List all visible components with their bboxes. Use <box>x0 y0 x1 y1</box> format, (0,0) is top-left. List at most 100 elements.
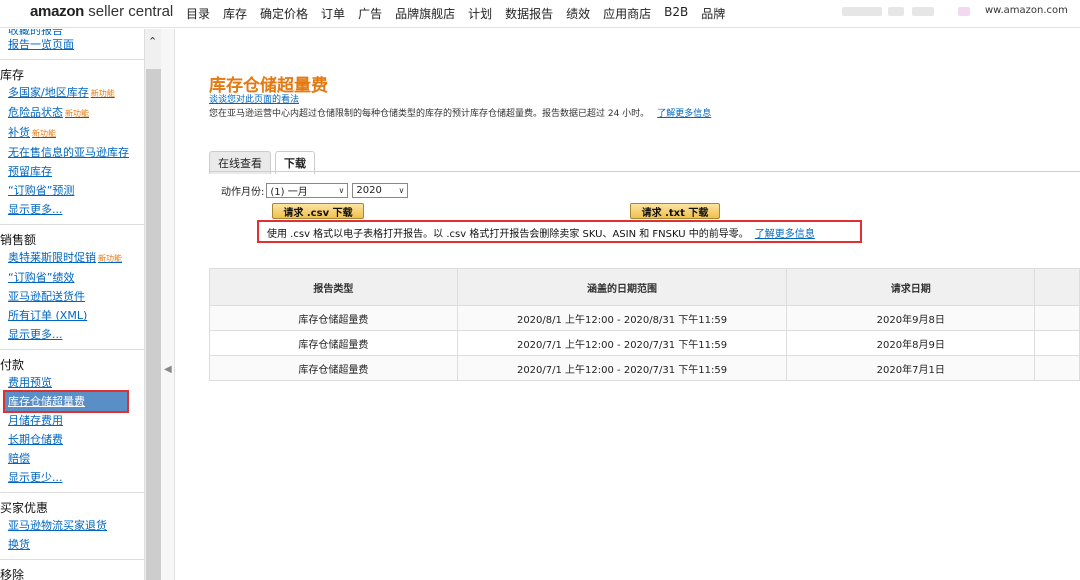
sidebar-section: 销售额 奥特莱斯限时促销 新功能 “订购省”绩效 亚马逊配送货件 所有订单 (XML) 显示… <box>0 231 144 344</box>
month-selector-row: 动作月份: (1) 一月 ∨ 2020 ∨ <box>221 183 409 198</box>
table-cell: 库存仓储超量费 <box>209 305 458 331</box>
nav-item[interactable]: 广告 <box>358 5 382 22</box>
sidebar-item-label: 所有订单 (XML) <box>8 309 88 322</box>
new-feature-badge: 新功能 <box>90 89 115 98</box>
table-cell: 库存仓储超量费 <box>209 355 458 381</box>
nav-item[interactable]: 库存 <box>223 5 247 22</box>
sidebar-item[interactable]: 长期仓储费 <box>8 430 144 449</box>
logo-suffix: seller central <box>88 3 174 20</box>
col-date-range[interactable]: 涵盖的日期范围 <box>456 268 788 306</box>
scrollbar-thumb[interactable] <box>146 69 161 580</box>
sidebar-item-label: 库存仓储超量费 <box>8 395 85 408</box>
sidebar-item[interactable]: 危险品状态 新功能 <box>8 103 144 123</box>
table-cell: 2020/8/1 上午12:00 - 2020/8/31 下午11:59 <box>456 305 788 331</box>
sidebar-item[interactable]: “订购省”预测 <box>8 181 144 200</box>
sidebar-item-label: 显示更多... <box>8 328 63 341</box>
sidebar-item[interactable]: 亚马逊配送货件 <box>8 287 144 306</box>
nav-item[interactable]: 确定价格 <box>260 5 308 22</box>
nav-item[interactable]: 目录 <box>186 5 210 22</box>
sidebar-item[interactable]: 多国家/地区库存 新功能 <box>8 83 144 103</box>
blurred-region <box>912 7 934 16</box>
sidebar-item[interactable]: 赔偿 <box>8 449 144 468</box>
sidebar-item-label: 显示更多... <box>8 203 63 216</box>
main-menu: 目录 库存 确定价格 订单 广告 品牌旗舰店 计划 数据报告 绩效 应用商店 B2B 品牌 <box>186 5 725 22</box>
table-row: 库存仓储超量费 2020/7/1 上午12:00 - 2020/7/31 下午11… <box>209 330 1080 356</box>
nav-item[interactable]: 绩效 <box>566 5 590 22</box>
main-content: 库存仓储超量费 谈谈您对此页面的看法 您在亚马逊运营中心内超过仓储限制的每种仓储… <box>176 29 1080 580</box>
sidebar-item-label: 换货 <box>8 538 30 551</box>
sidebar-divider <box>0 559 144 560</box>
sidebar-item[interactable]: 显示更少... <box>8 468 144 487</box>
nav-item[interactable]: 计划 <box>468 5 492 22</box>
reports-table: 报告类型 涵盖的日期范围 请求日期 库存仓储超量费 2020/8/1 上午12:0… <box>209 268 1080 381</box>
col-report-type[interactable]: 报告类型 <box>209 268 458 306</box>
sidebar-item-label: 亚马逊配送货件 <box>8 290 85 303</box>
sidebar-item[interactable]: 预留库存 <box>8 162 144 181</box>
notice-text: 使用 .csv 格式以电子表格打开报告。以 .csv 格式打开报告会删除卖家 S… <box>267 229 749 240</box>
description-text: 您在亚马逊运营中心内超过仓储限制的每种仓储类型的库存的预计库存仓储超量费。报告数… <box>209 109 650 119</box>
nav-item[interactable]: 应用商店 <box>603 5 651 22</box>
sidebar-item[interactable]: 奥特莱斯限时促销 新功能 <box>8 248 144 268</box>
learn-more-link[interactable]: 了解更多信息 <box>657 109 711 119</box>
sidebar-item[interactable]: 月储存费用 <box>8 411 144 430</box>
sidebar-item-label: 费用预览 <box>8 376 52 389</box>
new-feature-badge: 新功能 <box>98 254 122 263</box>
sidebar-item[interactable]: 无在售信息的亚马逊库存 <box>8 143 144 162</box>
sidebar-item[interactable]: 换货 <box>8 535 144 554</box>
table-cell: 2020/7/1 上午12:00 - 2020/7/31 下午11:59 <box>456 355 788 381</box>
sidebar-section-heading: 移除 <box>0 568 25 580</box>
csv-notice: 使用 .csv 格式以电子表格打开报告。以 .csv 格式打开报告会删除卖家 S… <box>257 220 862 243</box>
sidebar-section: 付款 费用预览 库存仓储超量费 月储存费用 长期仓储费 赔偿 显示更少... <box>0 356 144 487</box>
chevron-down-icon: ∨ <box>398 186 405 195</box>
sidebar-item-label: 月储存费用 <box>8 414 63 427</box>
table-cell <box>1034 305 1080 331</box>
month-select[interactable]: (1) 一月 ∨ <box>266 183 349 198</box>
table-row: 库存仓储超量费 2020/8/1 上午12:00 - 2020/8/31 下午11… <box>209 305 1080 331</box>
blurred-region <box>888 7 904 16</box>
request-txt-button[interactable]: 请求 .txt 下载 <box>630 203 720 219</box>
sidebar-item[interactable]: 亚马逊物流买家退货 <box>8 516 144 535</box>
nav-item[interactable]: 品牌 <box>701 5 725 22</box>
seller-central-logo[interactable]: amazon seller central <box>30 3 173 20</box>
sidebar-item[interactable]: 费用预览 <box>8 373 144 392</box>
nav-item[interactable]: B2B <box>664 5 688 22</box>
sidebar-item[interactable]: 库存仓储超量费 <box>3 390 129 413</box>
table-header-row: 报告类型 涵盖的日期范围 请求日期 <box>209 268 1080 306</box>
month-select-value: (1) 一月 <box>270 187 308 198</box>
sidebar-item-label: 奥特莱斯限时促销 <box>8 251 96 264</box>
feedback-link[interactable]: 谈谈您对此页面的看法 <box>209 92 299 105</box>
chevron-left-icon[interactable]: ◀ <box>164 364 172 375</box>
nav-item[interactable]: 品牌旗舰店 <box>395 5 455 22</box>
scroll-up-icon[interactable]: ⌃ <box>148 35 157 48</box>
sidebar-item[interactable]: “订购省”绩效 <box>8 268 144 287</box>
sidebar-item-label: 危险品状态 <box>8 106 63 119</box>
sidebar-section-heading: 销售额 <box>0 233 37 247</box>
nav-item[interactable]: 订单 <box>321 5 345 22</box>
sidebar-collapse-handle[interactable]: ◀ <box>161 29 175 580</box>
new-feature-badge: 新功能 <box>65 109 89 118</box>
nav-item[interactable]: 数据报告 <box>505 5 553 22</box>
chevron-down-icon: ∨ <box>338 186 345 195</box>
sidebar-item-report-overview[interactable]: 报告一览页面 <box>8 35 144 54</box>
table-row: 库存仓储超量费 2020/7/1 上午12:00 - 2020/7/31 下午11… <box>209 355 1080 381</box>
sidebar-item[interactable]: 显示更多... <box>8 200 144 219</box>
sidebar-item[interactable]: 补货 新功能 <box>8 123 144 143</box>
year-select[interactable]: 2020 ∨ <box>352 183 409 198</box>
sidebar-divider <box>0 59 144 60</box>
table-cell: 2020年9月8日 <box>786 305 1036 331</box>
col-request-date[interactable]: 请求日期 <box>786 268 1036 306</box>
sidebar-item[interactable]: 显示更多... <box>8 325 144 344</box>
sidebar-section: 移除 <box>0 566 144 580</box>
blurred-region <box>842 7 882 16</box>
sidebar-section: 买家优惠 亚马逊物流买家退货 换货 <box>0 499 144 554</box>
sidebar-item-label: 亚马逊物流买家退货 <box>8 519 107 532</box>
sidebar-scrollbar[interactable]: ⌃ <box>144 29 161 580</box>
request-csv-button[interactable]: 请求 .csv 下载 <box>272 203 364 219</box>
notice-learn-more-link[interactable]: 了解更多信息 <box>755 229 815 240</box>
account-url: ww.amazon.com <box>983 5 1068 16</box>
sidebar-item-label: 显示更少... <box>8 471 63 484</box>
sidebar-divider <box>0 224 144 225</box>
table-cell: 2020年7月1日 <box>786 355 1036 381</box>
new-feature-badge: 新功能 <box>32 129 56 138</box>
sidebar-item[interactable]: 所有订单 (XML) <box>8 306 144 325</box>
